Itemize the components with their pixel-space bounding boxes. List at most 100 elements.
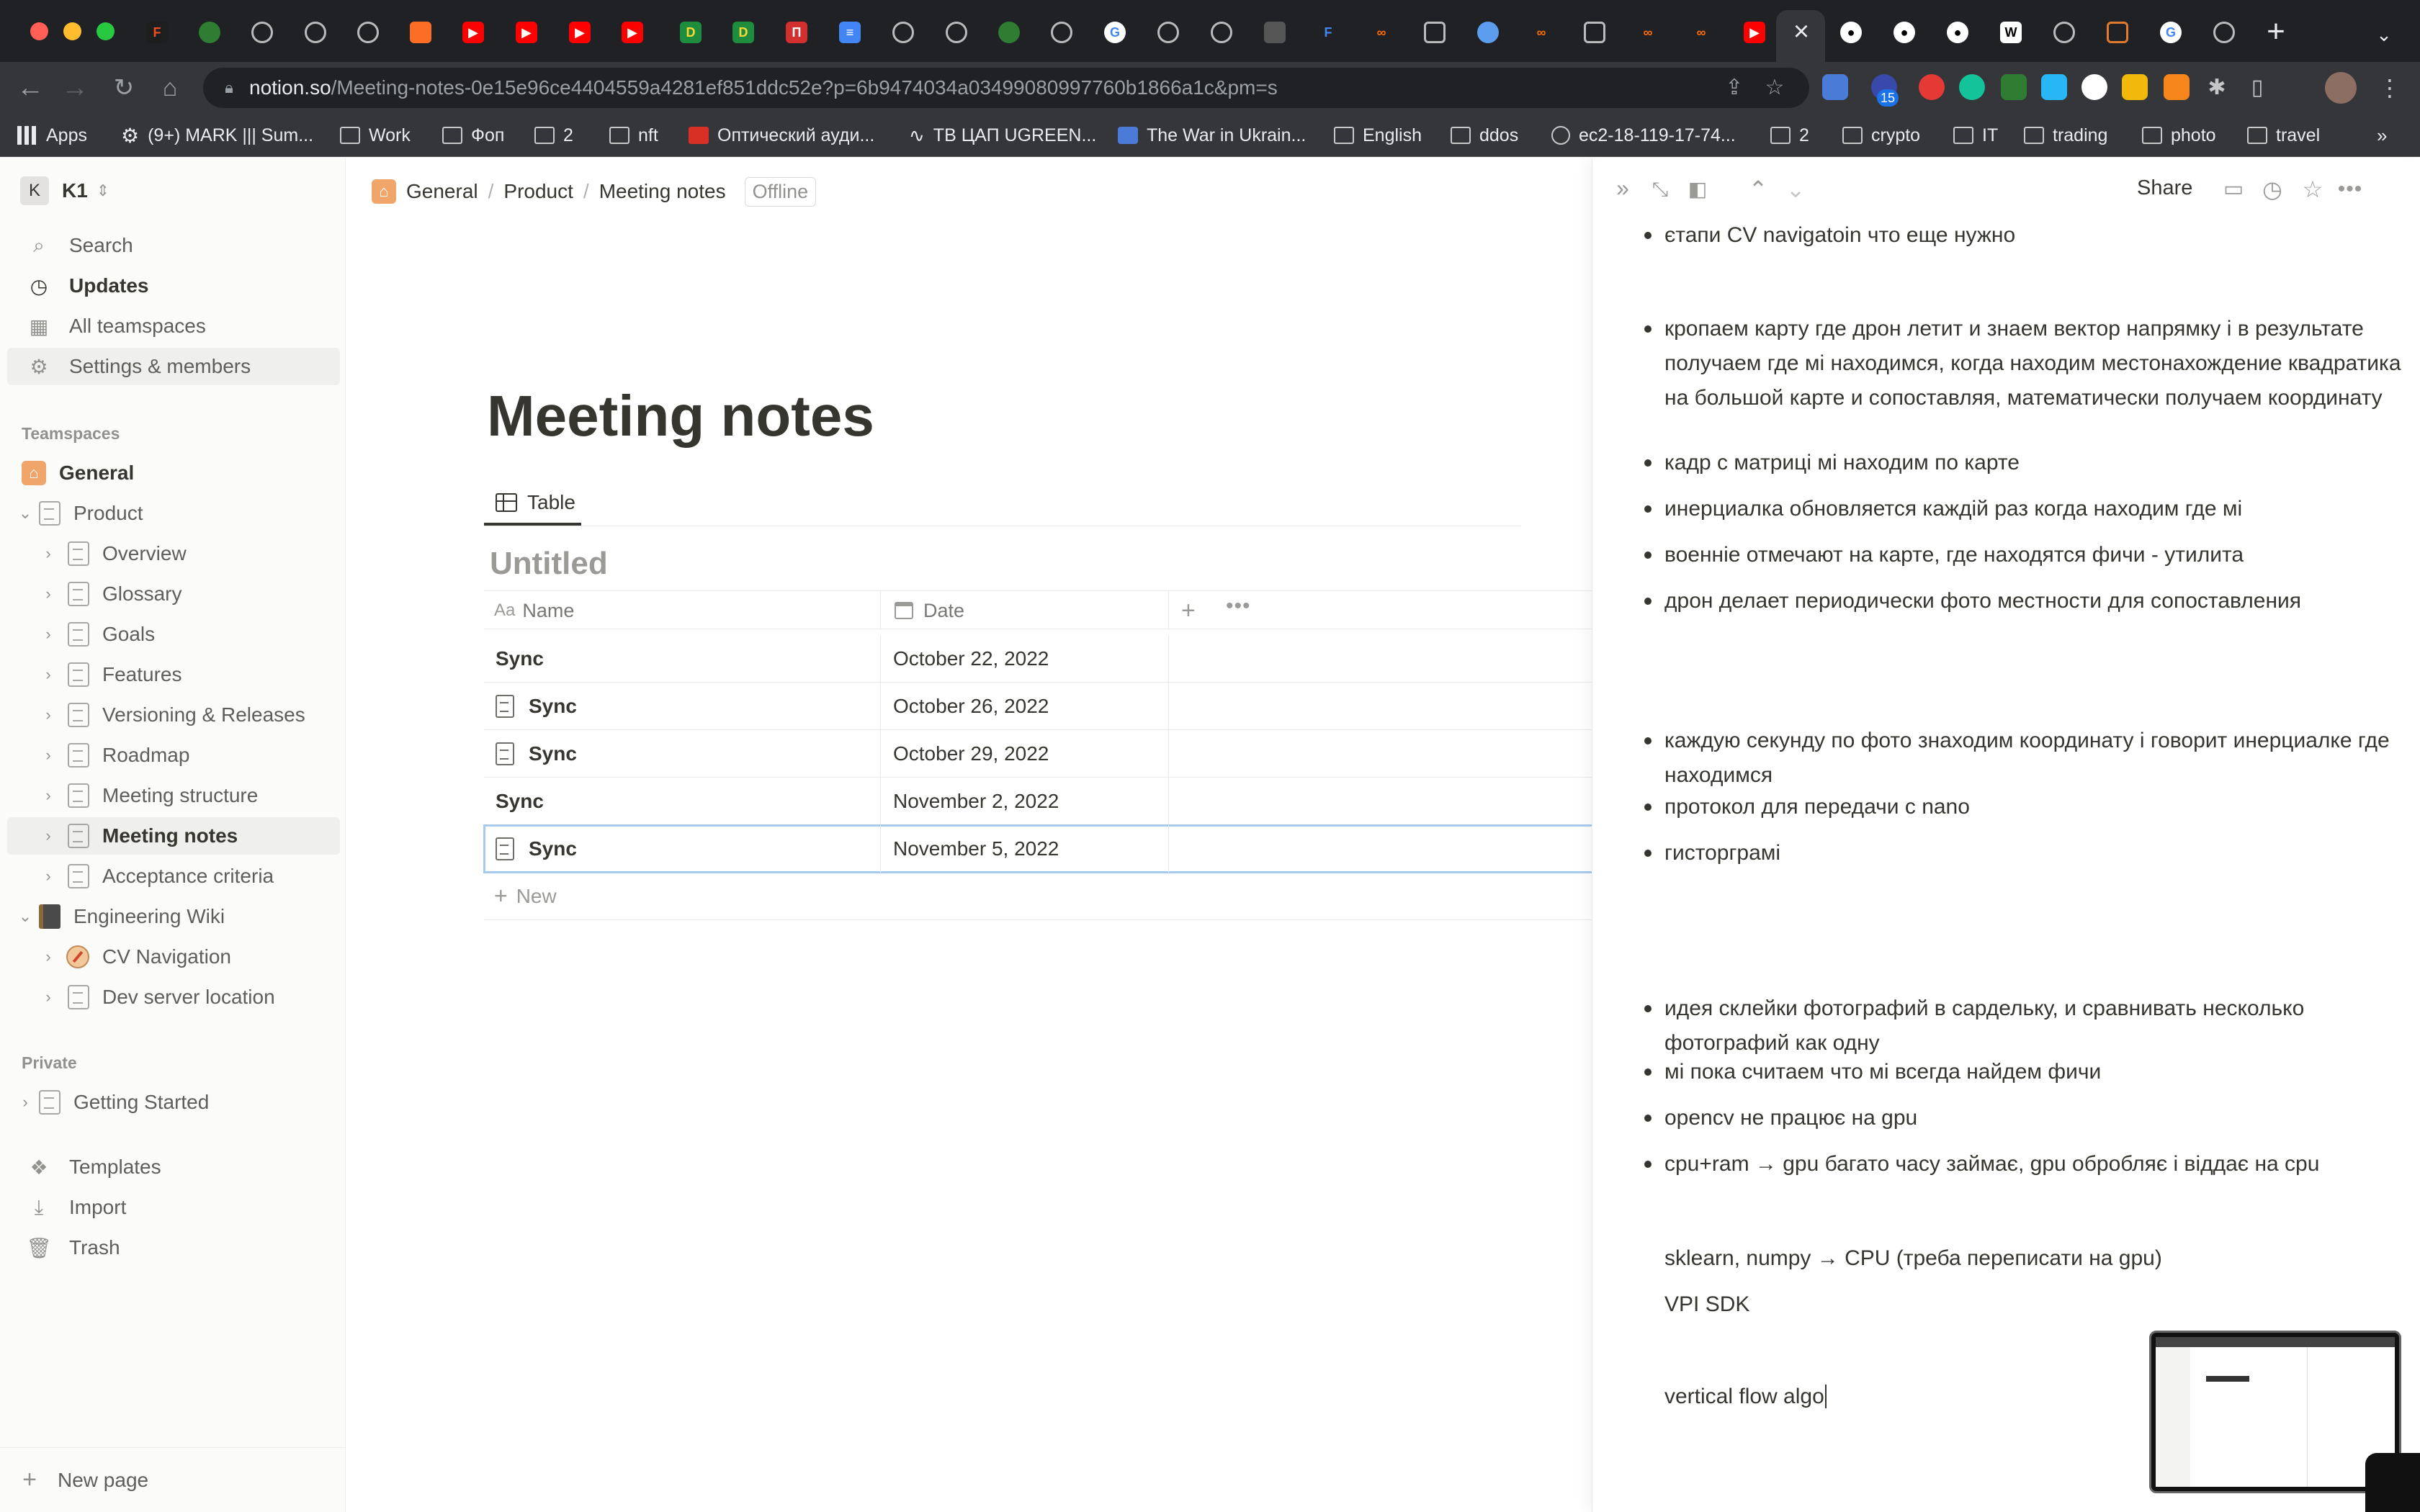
more-options-icon[interactable]: ••• — [2336, 175, 2365, 204]
back-arrow-icon[interactable]: ← — [14, 72, 46, 104]
sidebar-item-getting-started[interactable]: › Getting Started — [7, 1084, 340, 1121]
sidebar-item-roadmap[interactable]: › Roadmap — [7, 737, 340, 774]
wikipedia-tab-icon[interactable]: W — [2000, 22, 2022, 43]
new-row-button[interactable]: + New — [484, 873, 1593, 920]
note-bullet[interactable]: протокол для передачи с nano — [1644, 790, 2414, 824]
chevron-right-icon[interactable]: › — [37, 867, 59, 886]
table-row[interactable]: Sync October 29, 2022 — [484, 730, 1593, 778]
chevron-right-icon[interactable]: › — [37, 706, 59, 724]
row-date[interactable]: November 2, 2022 — [893, 778, 1059, 825]
share-button[interactable]: Share — [2137, 176, 2192, 200]
chevron-right-icon[interactable]: › — [37, 625, 59, 644]
tab-favicon[interactable]: ∞ — [1637, 22, 1659, 43]
sidebar-settings[interactable]: ⚙ Settings & members — [7, 348, 340, 385]
youtube-tab-icon[interactable]: ▶ — [622, 22, 643, 43]
home-icon[interactable]: ⌂ — [154, 72, 186, 104]
peek-mode-icon[interactable]: ◧ — [1683, 175, 1712, 204]
bookmark-item[interactable]: ∿ ТВ ЦАП UGREEN... — [909, 124, 1096, 147]
sidebar-item-glossary[interactable]: › Glossary — [7, 575, 340, 613]
sidebar-item-goals[interactable]: › Goals — [7, 616, 340, 653]
note-bullet[interactable]: cpu+ram → gpu багато часу займає, gpu об… — [1644, 1147, 2414, 1182]
tab-favicon[interactable]: П — [786, 22, 807, 43]
youtube-tab-icon[interactable]: ▶ — [516, 22, 537, 43]
note-bullet[interactable]: инерциалка обновляется каждій раз когда … — [1644, 492, 2414, 526]
minimize-window-button[interactable] — [63, 22, 81, 40]
extension-icon[interactable] — [2081, 74, 2107, 100]
mail-tab-icon[interactable] — [1424, 22, 1446, 43]
gitlab-tab-icon[interactable] — [410, 22, 431, 43]
table-row[interactable]: Sync October 26, 2022 — [484, 683, 1593, 730]
sidebar-item-dev-server-location[interactable]: › Dev server location — [7, 978, 340, 1016]
tab-favicon[interactable] — [1264, 22, 1286, 43]
chevron-right-icon[interactable]: › — [14, 1093, 36, 1112]
breadcrumb-general[interactable]: General — [406, 180, 478, 203]
binance-extension-icon[interactable] — [2122, 74, 2148, 100]
tab-favicon[interactable] — [199, 22, 220, 43]
bookmark-folder[interactable]: Фоп — [442, 124, 504, 147]
tab-favicon[interactable] — [2107, 22, 2128, 43]
sidebar-item-versioning[interactable]: › Versioning & Releases — [7, 696, 340, 734]
globe-tab-icon[interactable] — [1051, 22, 1072, 43]
bookmark-folder[interactable]: Work — [340, 124, 411, 147]
tab-favicon[interactable]: ∞ — [1371, 22, 1392, 43]
chevron-right-icon[interactable]: › — [37, 544, 59, 563]
sidebar-all-teamspaces[interactable]: ▦ All teamspaces — [7, 307, 340, 345]
bookmark-apps[interactable]: Apps — [17, 124, 87, 147]
breadcrumb-product[interactable]: Product — [503, 180, 573, 203]
url-text[interactable]: notion.so/Meeting-notes-0e15e96ce4404559… — [249, 76, 1278, 99]
close-tab-icon[interactable]: × — [1789, 17, 1814, 46]
bookmark-folder[interactable]: photo — [2142, 124, 2216, 147]
column-header-date[interactable]: Date — [895, 591, 964, 630]
bookmark-item[interactable]: The War in Ukrain... — [1118, 124, 1306, 147]
globe-tab-icon[interactable] — [1157, 22, 1179, 43]
tab-favicon[interactable]: D — [680, 22, 702, 43]
globe-tab-icon[interactable] — [357, 22, 379, 43]
sidebar-import[interactable]: ⤓ Import — [7, 1189, 340, 1226]
globe-tab-icon[interactable] — [251, 22, 273, 43]
chevron-right-icon[interactable]: › — [37, 948, 59, 966]
row-date[interactable]: November 5, 2022 — [893, 825, 1059, 873]
column-header-name[interactable]: Aa Name — [494, 591, 574, 630]
row-date[interactable]: October 22, 2022 — [893, 635, 1049, 683]
bookmark-folder[interactable]: IT — [1953, 124, 1998, 147]
sidebar-trash[interactable]: 🗑︎ Trash — [7, 1229, 340, 1266]
chevron-right-icon[interactable]: › — [37, 988, 59, 1007]
sidebar-item-overview[interactable]: › Overview — [7, 535, 340, 572]
note-bullet[interactable]: єтапи CV navigatoin что еще нужно — [1644, 218, 2414, 253]
youtube-tab-icon[interactable]: ▶ — [1744, 22, 1765, 43]
note-bullet[interactable]: мі пока считаем что мі всегда найдем фич… — [1644, 1055, 2414, 1089]
forward-arrow-icon[interactable]: → — [59, 72, 91, 104]
sidebar-search[interactable]: ⌕ Search — [7, 227, 340, 264]
note-bullet[interactable]: каждую секунду по фото знаходим координа… — [1644, 724, 2414, 793]
tab-favicon[interactable] — [1477, 22, 1499, 43]
chevron-right-icon[interactable]: › — [37, 746, 59, 765]
note-paragraph-editing[interactable]: vertical flow algo — [1664, 1385, 1827, 1409]
more-options-icon[interactable]: ••• — [1226, 594, 1251, 618]
add-property-icon[interactable]: + — [1181, 597, 1196, 625]
github-tab-icon[interactable]: ● — [1840, 22, 1862, 43]
translate-extension-icon[interactable] — [1822, 74, 1848, 100]
comment-icon[interactable]: ▭ — [2219, 175, 2248, 204]
history-icon[interactable]: ◷ — [2258, 175, 2287, 204]
row-date[interactable]: October 26, 2022 — [893, 683, 1049, 730]
sidebar-item-engineering-wiki[interactable]: ⌄ Engineering Wiki — [7, 898, 340, 935]
workspace-switcher[interactable]: K K1 ⇕ — [20, 176, 109, 205]
extensions-puzzle-icon[interactable]: ✱ — [2201, 72, 2233, 104]
github-tab-icon[interactable]: ● — [1894, 22, 1915, 43]
extension-icon[interactable] — [2001, 74, 2027, 100]
note-bullet[interactable]: военніе отмечают на карте, где находятся… — [1644, 538, 2414, 572]
bookmark-folder[interactable]: trading — [2024, 124, 2107, 147]
youtube-tab-icon[interactable]: ▶ — [569, 22, 591, 43]
chevron-up-icon[interactable]: ⌃ — [1744, 175, 1773, 204]
bookmark-star-icon[interactable]: ☆ — [1763, 76, 1786, 99]
close-peek-icon[interactable]: » — [1608, 174, 1637, 202]
globe-tab-icon[interactable] — [1211, 22, 1232, 43]
sidebar-item-meeting-notes[interactable]: › Meeting notes — [7, 817, 340, 855]
more-bookmarks-icon[interactable]: » — [2377, 124, 2387, 147]
zoom-window-button[interactable] — [97, 22, 115, 40]
note-bullet[interactable]: гисторграмі — [1644, 836, 2414, 870]
chevron-right-icon[interactable]: › — [37, 827, 59, 845]
bookmark-folder[interactable]: English — [1334, 124, 1422, 147]
note-paragraph[interactable]: sklearn, numpy → CPU (треба переписати н… — [1664, 1246, 2162, 1271]
sidebar-updates[interactable]: ◷ Updates — [7, 267, 340, 305]
